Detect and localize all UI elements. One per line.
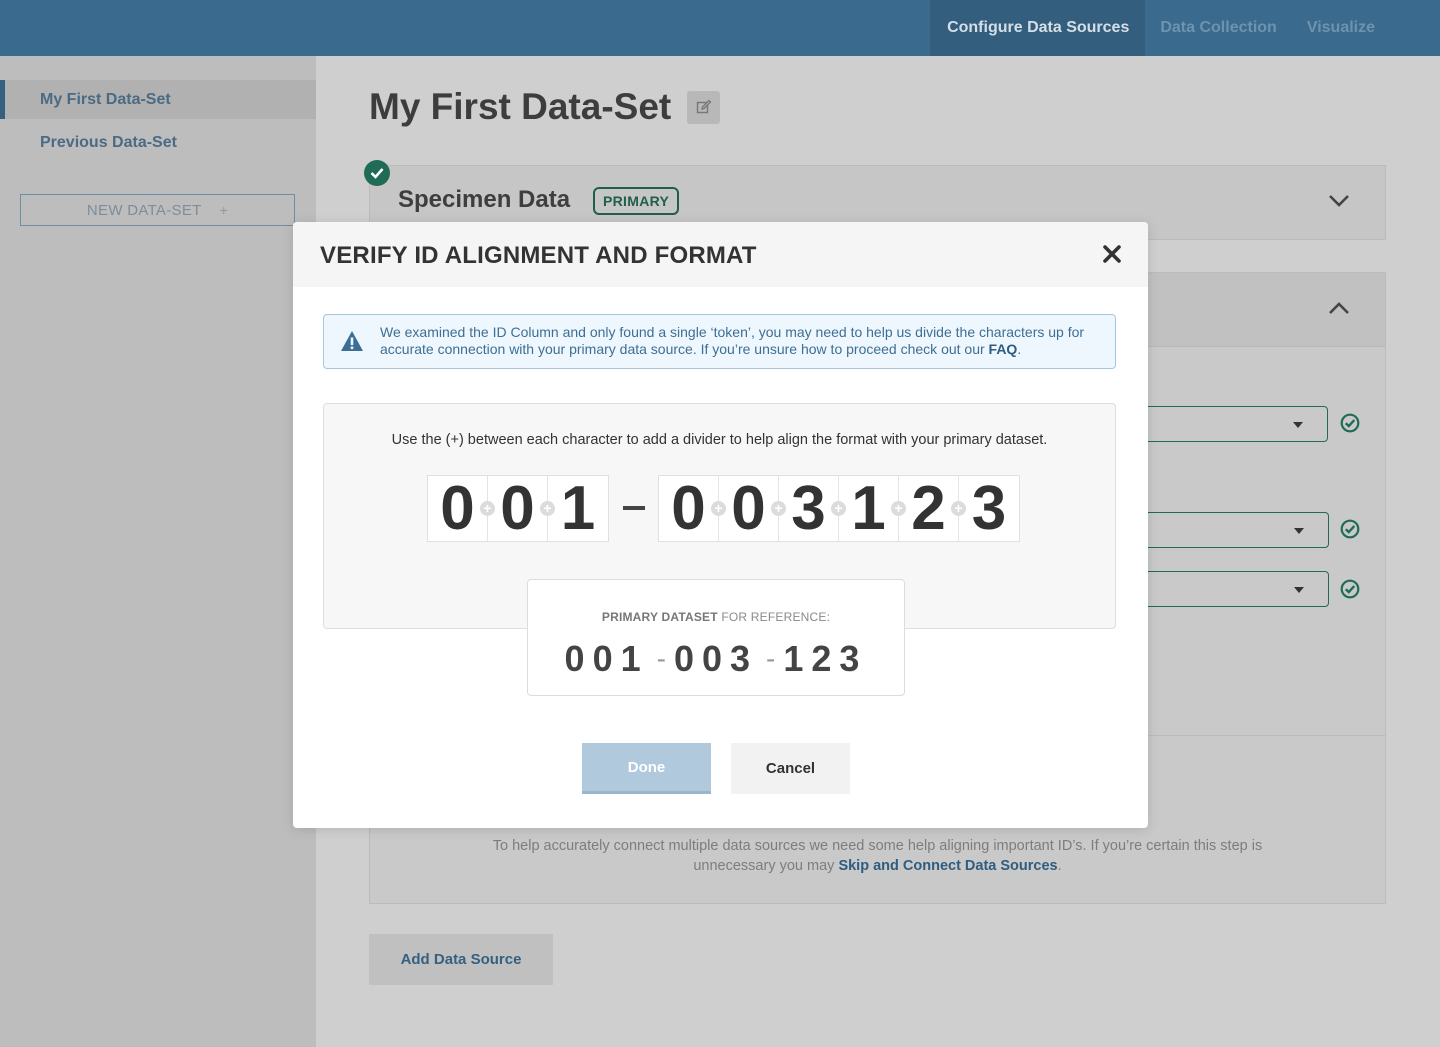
id-character: 2 + xyxy=(899,473,966,543)
reference-segment: 003 xyxy=(673,638,759,679)
reference-dash: - xyxy=(656,643,666,674)
primary-badge: PRIMARY xyxy=(593,187,680,215)
top-nav: Configure Data Sources Data Collection V… xyxy=(930,0,1390,56)
add-data-source-button[interactable]: Add Data Source xyxy=(369,934,553,985)
cancel-button[interactable]: Cancel xyxy=(731,743,850,794)
id-character-value: 1 xyxy=(560,473,596,543)
column-select-3[interactable] xyxy=(1130,571,1329,607)
caret-down-icon xyxy=(1294,587,1304,593)
check-circle-icon xyxy=(1340,413,1360,433)
caret-down-icon xyxy=(1294,528,1304,534)
reference-segment: 001 xyxy=(564,638,649,679)
page-title: My First Data-Set xyxy=(369,86,672,127)
verify-id-modal: VERIFY ID ALIGNMENT AND FORMAT We examin… xyxy=(293,222,1148,828)
top-navigation-bar: Configure Data Sources Data Collection V… xyxy=(0,0,1440,56)
divider-dash[interactable]: - xyxy=(623,502,645,514)
reference-label-rest: FOR REFERENCE: xyxy=(717,610,831,624)
modal-header: VERIFY ID ALIGNMENT AND FORMAT xyxy=(293,222,1148,287)
modal-title: VERIFY ID ALIGNMENT AND FORMAT xyxy=(320,242,757,269)
pencil-icon xyxy=(696,99,712,114)
id-character: 0 + xyxy=(488,473,555,543)
new-data-set-button[interactable]: NEW DATA-SET + xyxy=(20,194,295,226)
id-character-value: 1 xyxy=(851,473,886,543)
id-character-value: 2 xyxy=(911,473,946,543)
id-character-value: 0 xyxy=(731,473,766,543)
tab-data-collection[interactable]: Data Collection xyxy=(1145,0,1291,56)
reference-segment: 123 xyxy=(783,638,868,679)
sidebar-item-my-first-data-set[interactable]: My First Data-Set xyxy=(0,80,316,119)
done-button[interactable]: Done xyxy=(582,743,711,794)
edit-title-button[interactable] xyxy=(687,90,721,124)
reference-id: 001 - 003 - 123 xyxy=(528,638,904,680)
tab-visualize[interactable]: Visualize xyxy=(1292,0,1390,56)
warning-alert: We examined the ID Column and only found… xyxy=(323,314,1116,369)
complete-check-icon xyxy=(364,160,390,186)
caret-down-icon xyxy=(1293,422,1303,428)
add-divider-plus-icon[interactable]: + xyxy=(480,501,495,516)
format-instructions: Use the (+) between each character to ad… xyxy=(391,432,1048,448)
add-divider-plus-icon[interactable]: + xyxy=(951,501,966,516)
reference-label: PRIMARY DATASET FOR REFERENCE: xyxy=(528,610,904,624)
help-text-end: . xyxy=(1057,858,1062,874)
column-select-2[interactable] xyxy=(1130,512,1329,548)
card-title: Specimen Data xyxy=(398,186,571,213)
check-circle-icon xyxy=(1340,579,1360,599)
id-character: 1 xyxy=(548,476,608,541)
id-character-value: 3 xyxy=(791,473,826,543)
warning-icon xyxy=(341,331,363,351)
id-character-value: 0 xyxy=(500,473,535,543)
chevron-down-icon[interactable] xyxy=(1328,193,1350,209)
alert-end: . xyxy=(1017,341,1022,357)
new-data-set-label: NEW DATA-SET xyxy=(86,201,202,219)
check-circle-icon xyxy=(1340,519,1360,539)
chevron-up-icon[interactable] xyxy=(1328,300,1350,316)
alert-message: We examined the ID Column and only found… xyxy=(380,324,1085,357)
id-character: 3 xyxy=(959,476,1019,541)
help-text: To help accurately connect multiple data… xyxy=(490,836,1265,876)
primary-dataset-reference: PRIMARY DATASET FOR REFERENCE: 001 - 003… xyxy=(527,579,905,696)
add-divider-plus-icon[interactable]: + xyxy=(771,501,786,516)
add-divider-plus-icon[interactable]: + xyxy=(540,501,555,516)
reference-dash: - xyxy=(766,643,776,674)
id-character-value: 0 xyxy=(671,473,706,543)
id-character: 3 + xyxy=(779,473,846,543)
sidebar-item-previous-data-set[interactable]: Previous Data-Set xyxy=(0,123,316,162)
faq-link[interactable]: FAQ xyxy=(989,341,1018,357)
id-character: 0 + xyxy=(428,473,495,543)
alert-text: We examined the ID Column and only found… xyxy=(380,324,1100,358)
add-divider-plus-icon[interactable]: + xyxy=(891,501,906,516)
id-character: 0 + xyxy=(659,473,726,543)
sidebar: My First Data-Set Previous Data-Set NEW … xyxy=(0,56,316,1047)
id-character-value: 3 xyxy=(971,473,1007,543)
divider-dash-mark xyxy=(623,506,645,510)
id-token-group-2: 0 + 0 + 3 + 1 + 2 + 3 xyxy=(658,475,1020,542)
close-icon[interactable] xyxy=(1102,244,1122,264)
page-header: My First Data-Set xyxy=(369,86,721,128)
add-divider-plus-icon[interactable]: + xyxy=(831,501,846,516)
add-divider-plus-icon[interactable]: + xyxy=(711,501,726,516)
id-character: 0 + xyxy=(719,473,786,543)
tab-configure-data-sources[interactable]: Configure Data Sources xyxy=(930,0,1146,56)
id-character-value: 0 xyxy=(440,473,475,543)
id-character: 1 + xyxy=(839,473,906,543)
reference-label-bold: PRIMARY DATASET xyxy=(601,610,718,624)
id-token-group-1: 0 + 0 + 1 xyxy=(427,475,609,542)
column-select-1[interactable] xyxy=(1130,406,1328,442)
skip-connect-link[interactable]: Skip and Connect Data Sources xyxy=(838,858,1057,874)
plus-icon: + xyxy=(219,202,229,218)
